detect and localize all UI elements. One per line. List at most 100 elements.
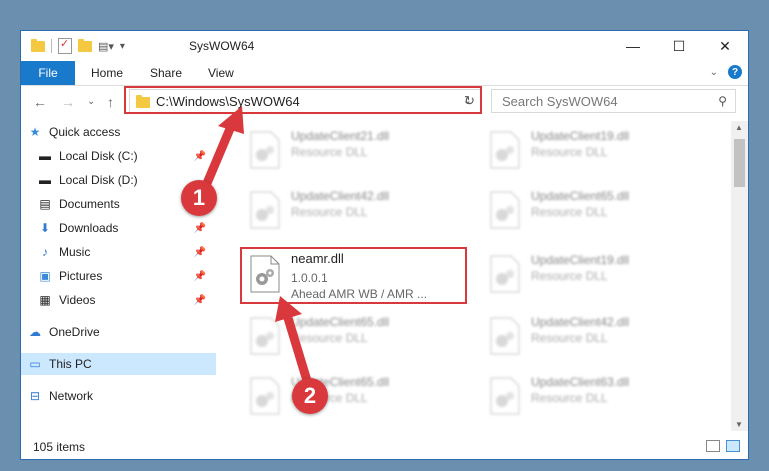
- ribbon-tabs: File Home Share View ⌄ ?: [21, 61, 748, 86]
- forward-arrow-icon[interactable]: →: [61, 94, 75, 110]
- nav-music[interactable]: ♪ Music 📌: [21, 241, 216, 263]
- dll-file-icon: [490, 255, 520, 293]
- search-input[interactable]: Search SysWOW64 ⚲: [491, 89, 736, 113]
- pin-icon[interactable]: 📌: [194, 151, 206, 162]
- tiles-view-icon[interactable]: [726, 440, 740, 452]
- qat-dropdown-icon[interactable]: ▾: [120, 41, 125, 52]
- file-tile[interactable]: UpdateClient65.dll Resource DLL: [241, 371, 441, 421]
- tab-home[interactable]: Home: [91, 61, 123, 85]
- dll-file-icon: [490, 377, 520, 415]
- star-icon: ★: [29, 125, 41, 139]
- scrollbar-thumb[interactable]: [734, 139, 745, 187]
- nav-pictures[interactable]: ▣ Pictures 📌: [21, 265, 216, 287]
- file-tile[interactable]: UpdateClient19.dll Resource DLL: [481, 125, 681, 175]
- nav-this-pc[interactable]: ▭ This PC: [21, 353, 216, 375]
- folder-icon[interactable]: [31, 38, 45, 52]
- dll-file-icon: [250, 131, 280, 169]
- properties-icon[interactable]: [58, 37, 72, 54]
- file-type: Resource DLL: [291, 205, 368, 219]
- new-folder-icon[interactable]: [78, 38, 92, 52]
- recent-locations-icon[interactable]: ⌄: [87, 96, 95, 107]
- nav-label: Local Disk (D:): [59, 173, 138, 187]
- file-name: UpdateClient42.dll: [291, 189, 390, 203]
- file-name: UpdateClient65.dll: [531, 189, 630, 203]
- tab-view[interactable]: View: [208, 61, 234, 85]
- file-name: UpdateClient19.dll: [531, 129, 630, 143]
- window-title: SysWOW64: [189, 39, 255, 53]
- documents-icon: ▤: [39, 197, 51, 211]
- details-view-icon[interactable]: [706, 440, 720, 452]
- music-icon: ♪: [42, 245, 48, 259]
- file-tile[interactable]: UpdateClient19.dll Resource DLL: [481, 249, 681, 299]
- navigation-bar: ← → ⌄ ↑ C:\Windows\SysWOW64 ⌄ ↻ Search S…: [21, 86, 748, 118]
- help-icon[interactable]: ?: [728, 65, 742, 79]
- status-bar: 105 items: [21, 435, 748, 459]
- file-name: UpdateClient63.dll: [531, 375, 630, 389]
- nav-label: Quick access: [49, 125, 121, 139]
- nav-label: Documents: [59, 197, 120, 211]
- file-tile[interactable]: UpdateClient65.dll Resource DLL: [481, 185, 681, 235]
- dll-file-icon: [250, 317, 280, 355]
- file-type: Resource DLL: [531, 269, 608, 283]
- file-name: UpdateClient65.dll: [291, 315, 390, 329]
- callout-badge-one: 1: [181, 180, 217, 216]
- back-arrow-icon[interactable]: ←: [33, 94, 47, 110]
- computer-icon: ▭: [29, 357, 41, 371]
- nav-label: This PC: [49, 357, 92, 371]
- video-icon: ▦: [39, 293, 51, 307]
- drive-icon: ▬: [39, 173, 51, 187]
- file-type: Resource DLL: [291, 331, 368, 345]
- minimize-button[interactable]: —: [610, 31, 656, 61]
- nav-label: Videos: [59, 293, 96, 307]
- dll-file-icon: [490, 131, 520, 169]
- vertical-scrollbar[interactable]: ▲ ▼: [731, 121, 748, 431]
- tab-share[interactable]: Share: [150, 61, 182, 85]
- file-name: UpdateClient19.dll: [531, 253, 630, 267]
- explorer-window: ▤▾ ▾ SysWOW64 — ☐ ✕ File Home Share View…: [20, 30, 749, 460]
- navigation-pane: ★ Quick access ▬ Local Disk (C:) 📌 ▬ Loc…: [21, 121, 216, 431]
- pin-icon[interactable]: 📌: [194, 223, 206, 234]
- download-icon: ⬇: [39, 221, 51, 235]
- nav-label: Network: [49, 389, 94, 403]
- dll-file-icon: [250, 191, 280, 229]
- file-tile[interactable]: UpdateClient21.dll Resource DLL: [241, 125, 441, 175]
- title-bar: ▤▾ ▾ SysWOW64 — ☐ ✕: [21, 31, 748, 61]
- pin-icon[interactable]: 📌: [194, 271, 206, 282]
- customize-qat-icon[interactable]: ▤▾: [98, 40, 114, 53]
- up-arrow-icon[interactable]: ↑: [107, 94, 114, 110]
- close-button[interactable]: ✕: [702, 31, 748, 61]
- nav-downloads[interactable]: ⬇ Downloads 📌: [21, 217, 216, 239]
- file-type: Resource DLL: [531, 331, 608, 345]
- nav-network[interactable]: ⊟ Network: [21, 385, 216, 407]
- file-tile[interactable]: UpdateClient65.dll Resource DLL: [241, 311, 441, 361]
- nav-onedrive[interactable]: ☁ OneDrive: [21, 321, 216, 343]
- callout-badge-two: 2: [292, 378, 328, 414]
- nav-videos[interactable]: ▦ Videos 📌: [21, 289, 216, 311]
- nav-local-disk-c[interactable]: ▬ Local Disk (C:) 📌: [21, 145, 216, 167]
- pictures-icon: ▣: [39, 269, 51, 283]
- quick-access-toolbar: ▤▾ ▾: [31, 37, 125, 54]
- divider: [51, 39, 52, 53]
- cloud-icon: ☁: [29, 325, 41, 339]
- pin-icon[interactable]: 📌: [194, 247, 206, 258]
- scroll-down-icon[interactable]: ▼: [735, 420, 743, 429]
- file-type: Resource DLL: [531, 145, 608, 159]
- file-tile[interactable]: UpdateClient63.dll Resource DLL: [481, 371, 681, 421]
- file-type: Resource DLL: [291, 145, 368, 159]
- dll-file-icon: [490, 191, 520, 229]
- dll-file-icon: [250, 377, 280, 415]
- nav-quick-access[interactable]: ★ Quick access: [21, 121, 216, 143]
- pin-icon[interactable]: 📌: [194, 295, 206, 306]
- nav-label: Local Disk (C:): [59, 149, 138, 163]
- tab-file[interactable]: File: [21, 61, 75, 85]
- dll-file-icon: [490, 317, 520, 355]
- scroll-up-icon[interactable]: ▲: [735, 123, 743, 132]
- item-count: 105 items: [33, 440, 86, 454]
- file-type: Resource DLL: [531, 205, 608, 219]
- maximize-button[interactable]: ☐: [656, 31, 702, 61]
- file-name: UpdateClient21.dll: [291, 129, 390, 143]
- file-tile[interactable]: UpdateClient42.dll Resource DLL: [241, 185, 441, 235]
- file-tile[interactable]: UpdateClient42.dll Resource DLL: [481, 311, 681, 361]
- search-placeholder: Search SysWOW64: [502, 94, 618, 109]
- expand-ribbon-icon[interactable]: ⌄: [710, 67, 718, 78]
